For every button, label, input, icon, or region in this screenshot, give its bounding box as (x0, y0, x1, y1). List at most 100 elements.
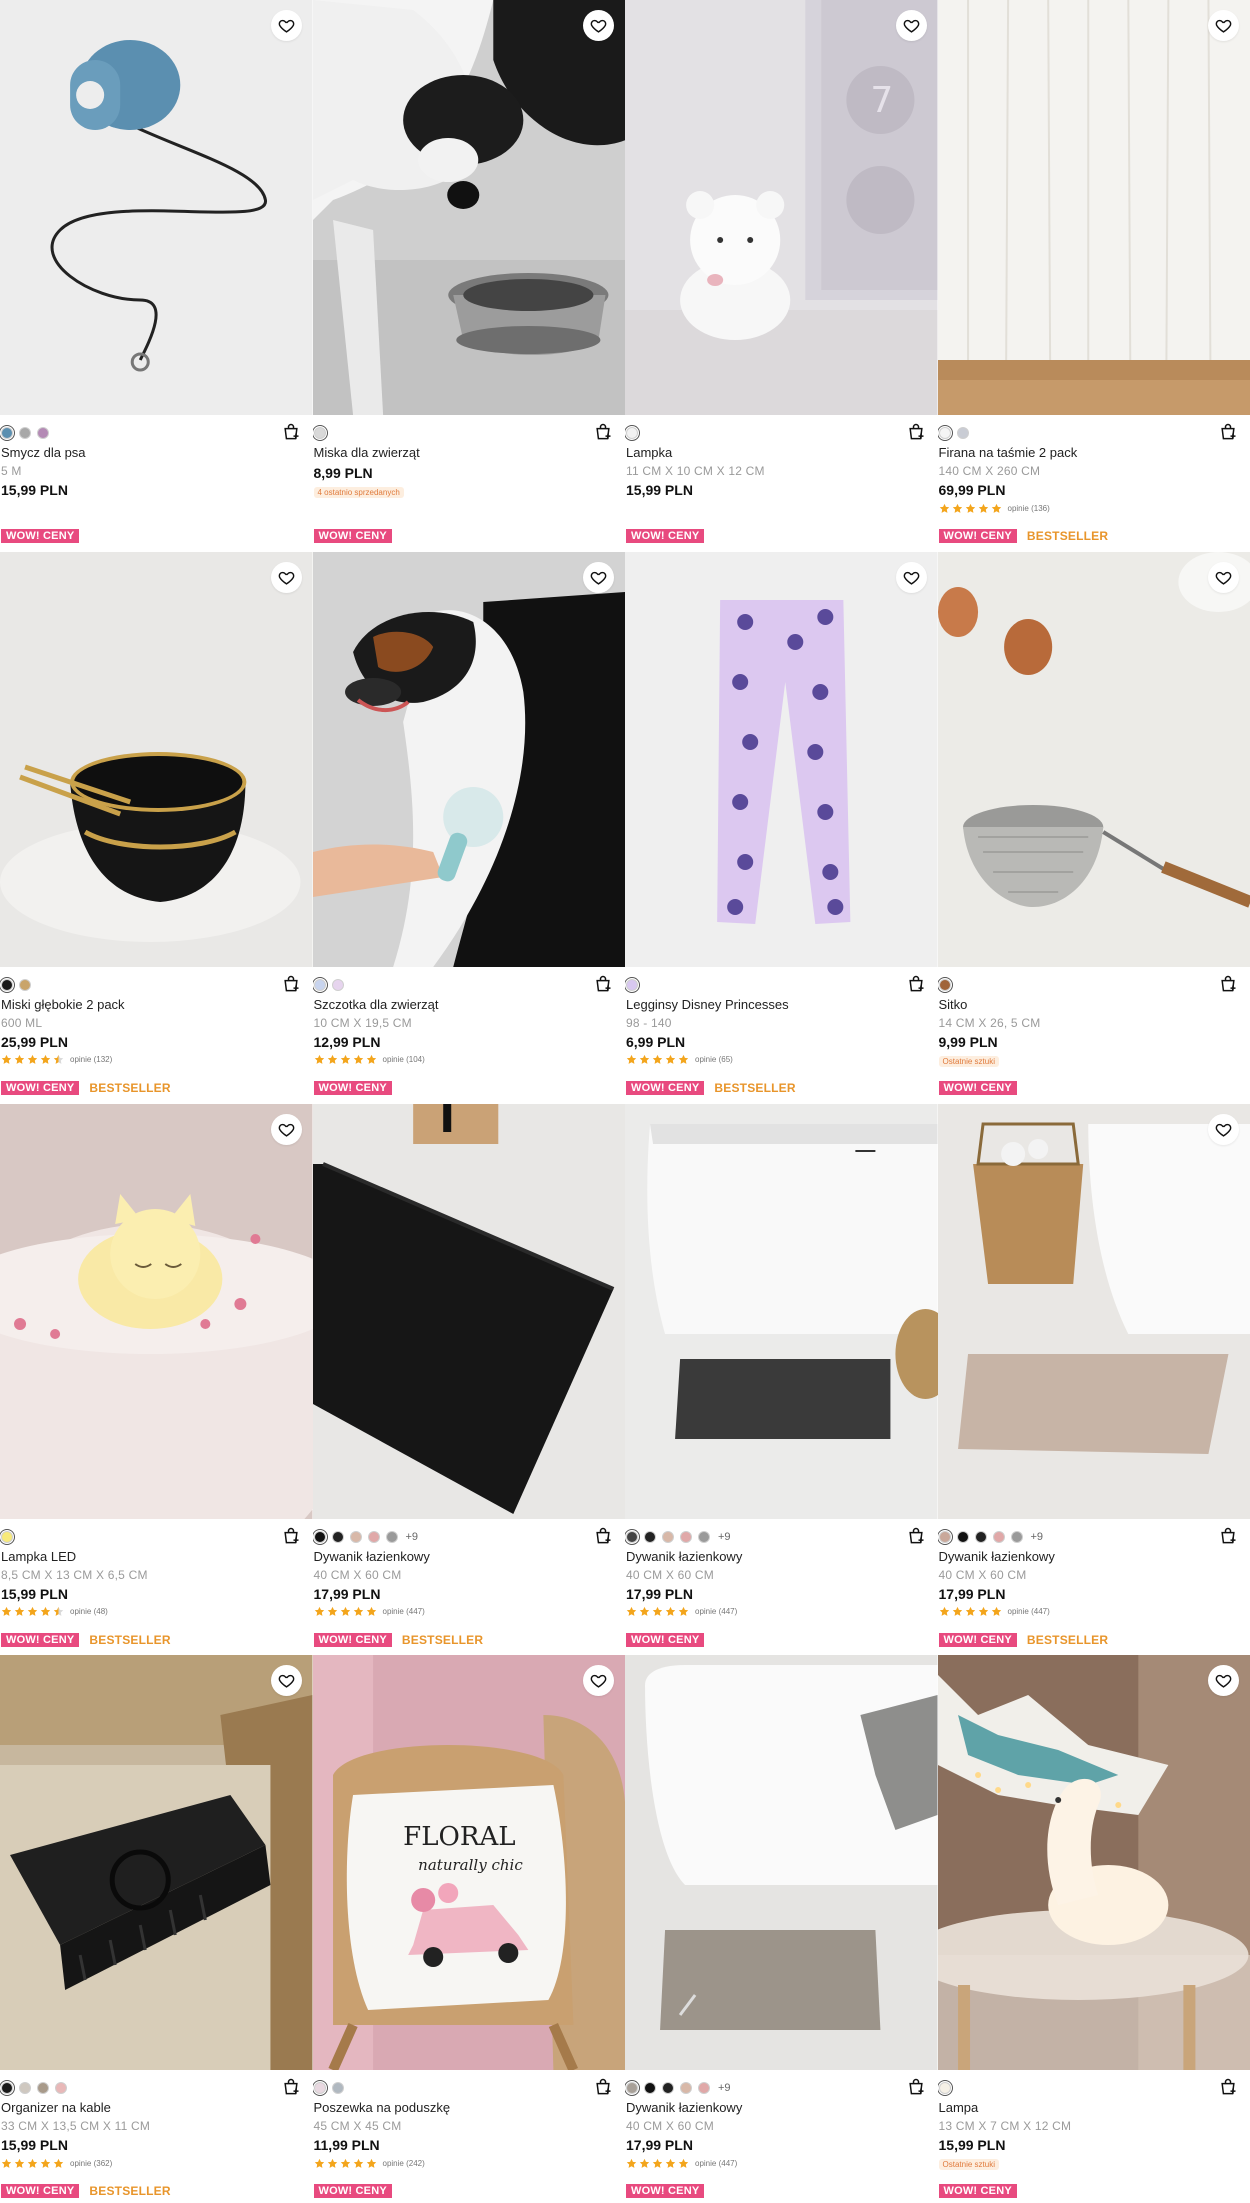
add-to-cart-icon[interactable] (281, 1526, 301, 1546)
product-card[interactable]: Smycz dla psa 5 M 15,99 PLN WOW! CENY (0, 0, 313, 552)
review-count[interactable]: opinie (132) (70, 1055, 112, 1064)
product-name[interactable]: Sitko (939, 997, 1250, 1013)
product-image-dino-lamp[interactable] (937, 1655, 1250, 2071)
add-to-cart-icon[interactable] (593, 1526, 613, 1546)
product-card[interactable]: Miska dla zwierząt 8,99 PLN 4 ostatnio s… (312, 0, 626, 552)
product-image-bath-mat-beige[interactable] (937, 1103, 1250, 1519)
product-image-pet-bowl[interactable] (312, 0, 625, 415)
review-count[interactable]: opinie (447) (695, 2159, 737, 2168)
product-card[interactable]: +9 Dywanik łazienkowy 40 CM X 60 CM 17,9… (937, 1103, 1250, 1656)
color-swatch[interactable] (698, 1530, 710, 1543)
favorite-button[interactable] (270, 10, 302, 41)
rating[interactable]: opinie (132) (1, 1054, 313, 1066)
color-swatch[interactable] (644, 1530, 656, 1543)
product-name[interactable]: Dywanik łazienkowy (626, 1549, 938, 1565)
favorite-button[interactable] (1208, 10, 1239, 41)
product-card[interactable]: +9 Dywanik łazienkowy 40 CM X 60 CM 17,9… (312, 1103, 626, 1656)
color-swatch[interactable] (626, 2082, 638, 2095)
review-count[interactable]: opinie (104) (383, 1055, 425, 1064)
color-swatch[interactable] (956, 1530, 969, 1543)
favorite-button[interactable] (270, 1113, 302, 1145)
color-swatch[interactable] (680, 2082, 692, 2095)
product-card[interactable]: Organizer na kable 33 CM X 13,5 CM X 11 … (0, 1655, 313, 2203)
rating[interactable]: opinie (447) (314, 1606, 626, 1618)
product-card[interactable]: FLORAL naturally chic Poszewka na podusz… (312, 1655, 626, 2203)
more-colors-count[interactable]: +9 (1031, 1531, 1044, 1543)
product-name[interactable]: Legginsy Disney Princesses (626, 997, 938, 1013)
product-name[interactable]: Firana na taśmie 2 pack (939, 445, 1250, 461)
color-swatch[interactable] (626, 1530, 638, 1543)
product-name[interactable]: Lampka LED (1, 1549, 313, 1565)
rating[interactable]: opinie (48) (1, 1606, 313, 1618)
color-swatch[interactable] (313, 1530, 326, 1543)
product-name[interactable]: Miski głębokie 2 pack (1, 997, 313, 1013)
product-image-bath-mat-grey[interactable] (625, 1103, 938, 1519)
add-to-cart-icon[interactable] (1218, 422, 1238, 442)
color-swatch[interactable] (992, 1530, 1005, 1543)
favorite-button[interactable] (895, 10, 927, 41)
rating[interactable]: opinie (136) (939, 502, 1250, 514)
color-swatch[interactable] (662, 2082, 674, 2095)
product-card[interactable]: Lampka LED 8,5 CM X 13 CM X 6,5 CM 15,99… (0, 1103, 313, 1656)
product-card[interactable]: +9 Dywanik łazienkowy 40 CM X 60 CM 17,9… (625, 1103, 938, 1656)
color-swatch[interactable] (626, 978, 638, 991)
product-name[interactable]: Lampa (939, 2100, 1250, 2116)
product-card[interactable]: Szczotka dla zwierząt 10 CM X 19,5 CM 12… (312, 551, 626, 1104)
product-image-bath-mat-taupe[interactable] (625, 1655, 938, 2071)
review-count[interactable]: opinie (362) (70, 2159, 112, 2168)
color-swatch[interactable] (19, 978, 31, 991)
product-name[interactable]: Miska dla zwierząt (314, 445, 626, 461)
review-count[interactable]: opinie (447) (695, 1607, 737, 1616)
product-name[interactable]: Poszewka na poduszkę (314, 2100, 626, 2116)
color-swatch[interactable] (313, 978, 326, 991)
favorite-button[interactable] (270, 561, 302, 593)
more-colors-count[interactable]: +9 (718, 2082, 731, 2094)
color-swatch[interactable] (313, 427, 326, 439)
add-to-cart-icon[interactable] (906, 422, 926, 442)
color-swatch[interactable] (19, 2082, 31, 2095)
product-card[interactable]: +9 Dywanik łazienkowy 40 CM X 60 CM 17,9… (625, 1655, 938, 2203)
product-image-bath-mat-black[interactable] (312, 1103, 625, 1519)
product-name[interactable]: Smycz dla psa (1, 445, 313, 461)
favorite-button[interactable] (583, 561, 614, 593)
rating[interactable]: opinie (362) (1, 2157, 313, 2169)
color-swatch[interactable] (938, 978, 951, 991)
product-card[interactable]: Firana na taśmie 2 pack 140 CM X 260 CM … (937, 0, 1250, 552)
add-to-cart-icon[interactable] (593, 974, 613, 994)
add-to-cart-icon[interactable] (281, 974, 301, 994)
product-name[interactable]: Organizer na kable (1, 2100, 313, 2116)
product-name[interactable]: Lampka (626, 445, 938, 461)
color-swatch[interactable] (331, 978, 344, 991)
color-swatch[interactable] (19, 427, 31, 439)
product-image-curtain[interactable] (937, 0, 1250, 415)
product-card[interactable]: Miski głębokie 2 pack 600 ML 25,99 PLN o… (0, 551, 313, 1104)
color-swatch[interactable] (37, 427, 49, 439)
add-to-cart-icon[interactable] (906, 2077, 926, 2097)
product-card[interactable]: Sitko 14 CM X 26, 5 CM 9,99 PLN Ostatnie… (937, 551, 1250, 1104)
product-card[interactable]: Legginsy Disney Princesses 98 - 140 6,99… (625, 551, 938, 1104)
review-count[interactable]: opinie (136) (1008, 504, 1050, 513)
product-image-cat-lamp[interactable] (0, 1103, 313, 1519)
rating[interactable]: opinie (104) (314, 1054, 626, 1066)
add-to-cart-icon[interactable] (906, 974, 926, 994)
favorite-button[interactable] (1208, 1113, 1239, 1145)
review-count[interactable]: opinie (242) (383, 2159, 425, 2168)
rating[interactable]: opinie (447) (939, 1606, 1250, 1618)
color-swatch[interactable] (974, 1530, 987, 1543)
color-swatch[interactable] (1, 427, 13, 439)
color-swatch[interactable] (938, 427, 951, 439)
add-to-cart-icon[interactable] (593, 2077, 613, 2097)
more-colors-count[interactable]: +9 (718, 1531, 731, 1543)
add-to-cart-icon[interactable] (593, 422, 613, 442)
color-swatch[interactable] (644, 2082, 656, 2095)
product-image-leash[interactable] (0, 0, 313, 415)
color-swatch[interactable] (313, 2082, 326, 2095)
rating[interactable]: opinie (242) (314, 2157, 626, 2169)
favorite-button[interactable] (270, 1665, 302, 1697)
review-count[interactable]: opinie (447) (1008, 1607, 1050, 1616)
color-swatch[interactable] (55, 2082, 67, 2095)
rating[interactable]: opinie (447) (626, 1606, 938, 1618)
color-swatch[interactable] (331, 1530, 344, 1543)
product-image-strainer[interactable] (937, 551, 1250, 967)
product-name[interactable]: Szczotka dla zwierząt (314, 997, 626, 1013)
